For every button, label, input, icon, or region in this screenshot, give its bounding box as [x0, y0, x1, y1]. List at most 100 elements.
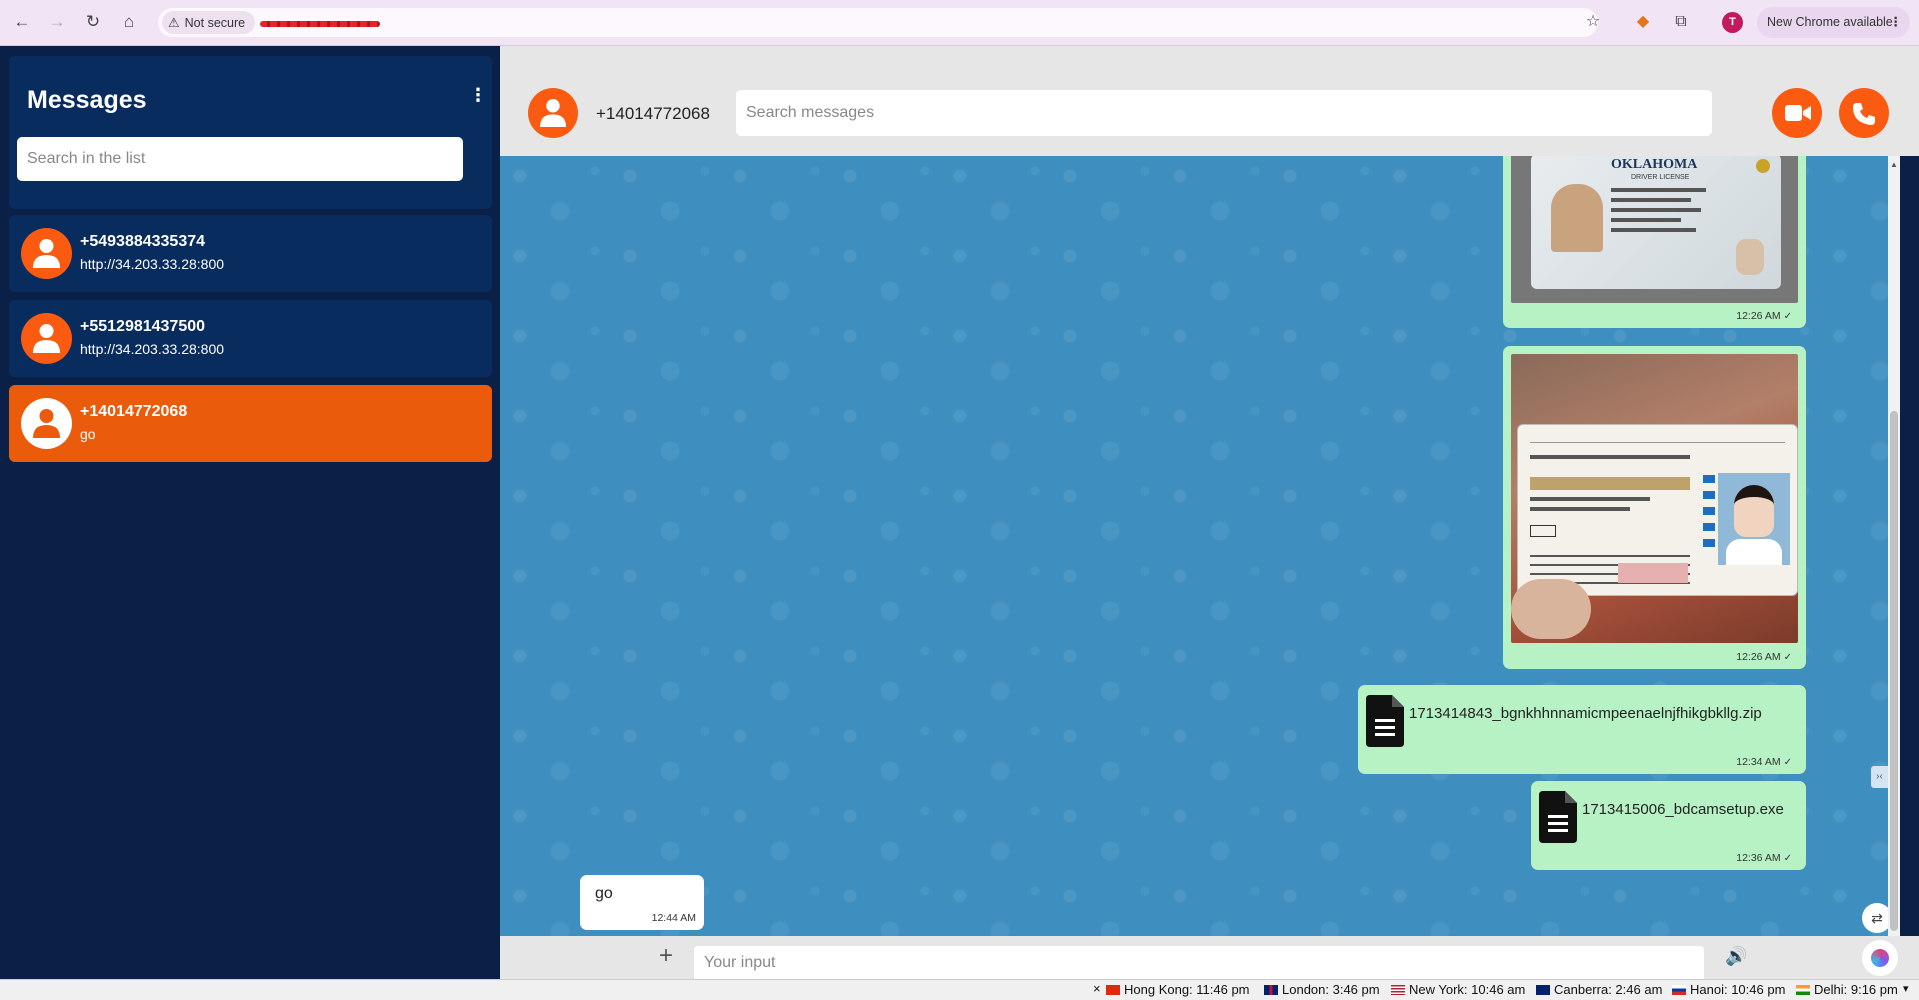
- chat-messages-area[interactable]: OKLAHOMA DRIVER LICENSE 12:26 AM ✓ 12:26…: [500, 156, 1888, 936]
- chrome-update-button[interactable]: New Chrome available ⋮: [1757, 7, 1910, 38]
- message-image-bubble[interactable]: 12:26 AM ✓: [1503, 346, 1806, 669]
- clock-canberra: Canberra: 2:46 am: [1536, 982, 1662, 997]
- clock-london: London: 3:46 pm: [1264, 982, 1380, 997]
- time-label: 12:26 AM: [1736, 651, 1781, 663]
- clock-hanoi: Hanoi: 10:46 pm: [1672, 982, 1785, 997]
- portrait-face: [1734, 485, 1774, 537]
- clock-label: Canberra: 2:46 am: [1554, 982, 1663, 997]
- message-image-bubble[interactable]: OKLAHOMA DRIVER LICENSE 12:26 AM ✓: [1503, 156, 1806, 328]
- chat-avatar[interactable]: [528, 88, 578, 138]
- license-card: OKLAHOMA DRIVER LICENSE: [1531, 156, 1781, 289]
- license-text-line: [1611, 228, 1696, 232]
- photo-finger: [1511, 579, 1591, 639]
- avatar: [21, 313, 72, 364]
- message-file-bubble[interactable]: 1713414843_bgnkhhnnamicmpeenaelnjfhikgbk…: [1358, 685, 1806, 774]
- license-photo[interactable]: [1511, 354, 1798, 643]
- license-red-grid: [1618, 563, 1688, 583]
- message-time: 12:26 AM ✓: [1736, 310, 1792, 322]
- sent-check-icon: ✓: [1783, 757, 1792, 768]
- message-time: 12:34 AM ✓: [1736, 756, 1792, 768]
- license-vertical-text: [1703, 475, 1715, 555]
- chevron-down-icon[interactable]: ▾: [1903, 982, 1909, 995]
- uk-flag-icon: [1264, 985, 1278, 995]
- license-card: [1517, 424, 1798, 596]
- message-input[interactable]: [694, 946, 1704, 979]
- clock-label: Delhi: 9:16 pm: [1814, 982, 1898, 997]
- license-ghost-portrait: [1736, 239, 1764, 275]
- document-icon: [1366, 695, 1404, 747]
- contact-number: +5512981437500: [80, 318, 206, 335]
- sent-check-icon: ✓: [1783, 853, 1792, 864]
- reload-icon[interactable]: ↻: [82, 11, 104, 33]
- person-icon: [540, 99, 566, 127]
- license-portrait: [1551, 184, 1603, 252]
- metamask-extension-icon[interactable]: ◆: [1632, 11, 1654, 33]
- india-flag-icon: [1796, 985, 1810, 995]
- profile-avatar[interactable]: T: [1722, 12, 1743, 33]
- license-text-line: [1530, 507, 1630, 511]
- video-call-button[interactable]: [1772, 88, 1822, 138]
- assistant-orb-icon[interactable]: [1862, 940, 1898, 976]
- time-label: 12:34 AM: [1736, 756, 1781, 768]
- scroll-up-icon[interactable]: ▲: [1890, 160, 1898, 169]
- message-text-bubble-incoming[interactable]: go 12:44 AM: [580, 875, 704, 930]
- back-icon[interactable]: ←: [11, 11, 33, 33]
- contact-number: +14014772068: [80, 403, 188, 420]
- license-text-line: [1530, 497, 1650, 501]
- message-file-bubble[interactable]: 1713415006_bdcamsetup.exe 12:36 AM ✓: [1531, 781, 1806, 870]
- contact-item[interactable]: +5512981437500 http://34.203.33.28:800: [9, 300, 492, 377]
- message-composer: + 🔊: [500, 936, 1919, 979]
- flag-icon: [1672, 985, 1686, 995]
- license-portrait: [1718, 473, 1790, 565]
- license-state: OKLAHOMA: [1611, 157, 1698, 172]
- license-text-line: [1611, 188, 1706, 192]
- message-time: 12:36 AM ✓: [1736, 852, 1792, 864]
- home-icon[interactable]: ⌂: [118, 11, 140, 33]
- clock-new-york: New York: 10:46 am: [1391, 982, 1525, 997]
- browser-toolbar: ← → ↻ ⌂ ⚠ Not secure ☆ ◆ ⧉ T New Chrome a…: [0, 0, 1919, 46]
- more-options-icon[interactable]: ⋮: [469, 86, 487, 108]
- attach-plus-icon[interactable]: +: [659, 944, 673, 968]
- license-text-line: [1611, 218, 1681, 222]
- australia-flag-icon: [1536, 985, 1550, 995]
- contact-search-input[interactable]: [17, 137, 463, 181]
- address-bar[interactable]: ⚠ Not secure: [158, 8, 1598, 37]
- contact-number: +5493884335374: [80, 233, 206, 250]
- person-icon: [33, 239, 60, 268]
- security-chip[interactable]: ⚠ Not secure: [162, 11, 256, 34]
- clock-label: London: 3:46 pm: [1282, 982, 1380, 997]
- side-panel-toggle-icon[interactable]: ›‹: [1871, 766, 1888, 788]
- chat-scrollbar[interactable]: ▲: [1888, 156, 1900, 936]
- file-name[interactable]: 1713414843_bgnkhhnnamicmpeenaelnjfhikgbk…: [1409, 705, 1762, 722]
- scroll-thumb[interactable]: [1890, 411, 1898, 931]
- extensions-puzzle-icon[interactable]: ⧉: [1670, 11, 1692, 33]
- contact-item[interactable]: +5493884335374 http://34.203.33.28:800: [9, 215, 492, 292]
- update-label: New Chrome available: [1767, 15, 1893, 29]
- avatar: [21, 228, 72, 279]
- star-icon: [1756, 159, 1770, 173]
- clock-label: Hong Kong: 11:46 pm: [1124, 982, 1250, 997]
- bookmark-star-icon[interactable]: ☆: [1582, 11, 1604, 33]
- chrome-menu-icon[interactable]: ⋮: [1890, 7, 1903, 38]
- message-time: 12:26 AM ✓: [1736, 651, 1792, 663]
- message-time: 12:44 AM: [651, 912, 696, 924]
- chat-header: +14014772068: [500, 46, 1919, 156]
- close-icon[interactable]: ×: [1093, 981, 1101, 996]
- clock-label: New York: 10:46 am: [1409, 982, 1526, 997]
- license-photo[interactable]: OKLAHOMA DRIVER LICENSE: [1511, 156, 1798, 303]
- sent-check-icon: ✓: [1783, 652, 1792, 663]
- document-icon: [1539, 791, 1577, 843]
- phone-icon: [1853, 103, 1875, 125]
- forward-icon[interactable]: →: [46, 11, 68, 33]
- file-name[interactable]: 1713415006_bdcamsetup.exe: [1582, 801, 1784, 818]
- voice-call-button[interactable]: [1839, 88, 1889, 138]
- contact-item-active[interactable]: +14014772068 go: [9, 385, 492, 462]
- redacted-url: [260, 21, 380, 27]
- speaker-icon[interactable]: 🔊: [1725, 946, 1747, 967]
- warning-icon: ⚠: [168, 15, 180, 30]
- license-text-line: [1530, 431, 1785, 443]
- person-icon: [33, 324, 60, 353]
- sidebar-header: Messages ⋮: [9, 56, 492, 209]
- translate-icon[interactable]: ⇄: [1862, 903, 1888, 933]
- message-search-input[interactable]: [736, 90, 1712, 136]
